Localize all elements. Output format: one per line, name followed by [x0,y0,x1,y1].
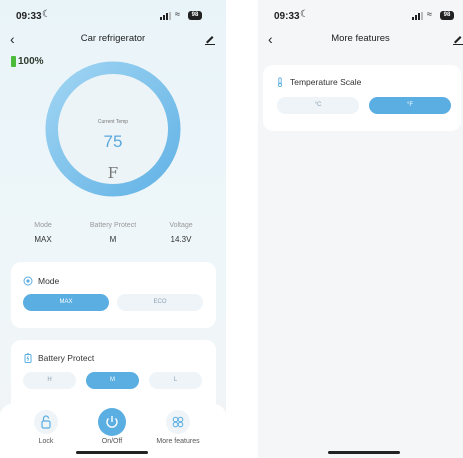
battery-h-button[interactable]: H [23,372,76,389]
temperature-scale-label: Temperature Scale [290,77,362,87]
home-indicator [328,451,400,454]
lock-icon [34,410,58,434]
nav-bar: ‹ More features [258,30,463,50]
mode-card: Mode MAX ECO [11,262,216,328]
status-time: 09:33 [274,11,300,22]
battery-l-button[interactable]: L [149,372,202,389]
gauge-center: Current Temp 75 F [58,74,168,184]
page-title: More features [331,33,390,44]
signal-icon [412,12,424,20]
tab-lock[interactable]: Lock [16,410,76,445]
battery-level-icon [11,56,16,67]
wifi-icon: ≈ [427,9,432,19]
grid-icon [166,410,190,434]
battery-status-icon: 98 [188,11,202,20]
wifi-icon: ≈ [175,9,180,19]
stat-value: M [109,235,117,244]
battery-protect-label: Battery Protect [38,353,95,363]
mode-card-title: Mode [23,276,59,286]
stat-mode: Mode MAX [8,222,78,244]
stat-voltage: Voltage 14.3V [146,222,216,244]
mode-max-button[interactable]: MAX [23,294,109,311]
tab-more-features-label: More features [156,438,200,445]
battery-m-button[interactable]: M [86,372,139,389]
moon-icon: ☾ [300,9,309,20]
battery-status-icon: 98 [440,11,454,20]
current-temp-label: Current Temp [97,119,129,125]
home-indicator [76,451,148,454]
temperature-gauge: Current Temp 75 F [45,61,181,197]
scale-celsius-button[interactable]: °C [277,97,359,114]
stat-value: MAX [34,235,52,244]
more-features-screen: 09:33 ☾ ≈ 98 ‹ More features Temperature… [258,0,463,458]
power-icon [98,408,126,436]
mode-title-label: Mode [38,276,60,286]
status-bar: 09:33 ☾ ≈ 98 [258,0,463,30]
battery-protect-title: Battery Protect [23,353,94,363]
status-time: 09:33 [16,11,42,22]
mode-eco-button[interactable]: ECO [117,294,203,311]
stat-battery-protect: Battery Protect M [78,222,148,244]
signal-icon [160,12,172,20]
battery-level-value: 100% [18,56,44,67]
battery-protect-icon [24,353,32,363]
temp-unit: F [107,164,119,182]
edit-icon[interactable] [452,33,463,45]
stat-label: Voltage [169,222,193,229]
moon-icon: ☾ [42,9,51,20]
tab-more-features[interactable]: More features [148,410,208,445]
car-refrigerator-screen: 09:33 ☾ ≈ 98 ‹ Car refrigerator 100% Cur… [0,0,226,458]
page-title: Car refrigerator [80,33,146,44]
stat-label: Battery Protect [89,222,137,229]
tab-lock-label: Lock [38,438,54,445]
stat-label: Mode [34,222,52,229]
tab-onoff-label: On/Off [101,438,123,445]
temperature-scale-card: Temperature Scale °C °F [263,65,461,131]
edit-icon[interactable] [204,33,216,45]
thermometer-icon [277,77,283,87]
battery-level: 100% [11,56,44,67]
scale-fahrenheit-button[interactable]: °F [369,97,451,114]
bottom-tab-bar: Lock On/Off More features [0,404,226,458]
stat-value: 14.3V [170,235,192,244]
status-bar: 09:33 ☾ ≈ 98 [0,0,226,30]
current-temp-value: 75 [103,132,123,151]
temperature-scale-title: Temperature Scale [275,77,361,87]
mode-icon [23,276,33,286]
nav-bar: ‹ Car refrigerator [0,30,226,50]
tab-onoff[interactable]: On/Off [82,408,142,445]
